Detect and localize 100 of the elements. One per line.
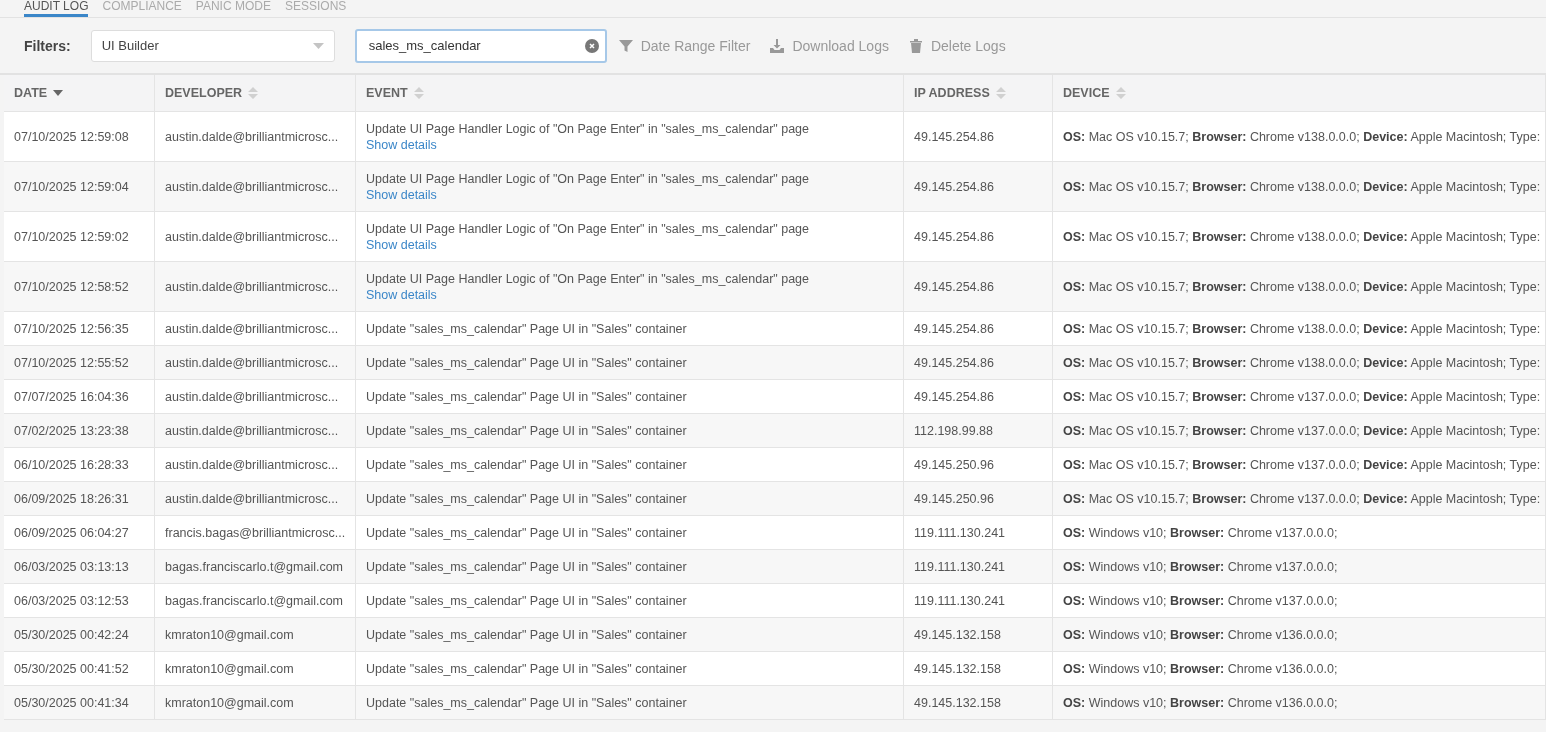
ip-address: 49.145.254.86 (914, 129, 994, 144)
date-text: 06/03/2025 03:12:53 (14, 593, 129, 608)
device-info: OS: Windows v10; Browser: Chrome v136.0.0.0; (1063, 695, 1338, 710)
event-text: Update UI Page Handler Logic of "On Page Enter" in "sales_ms_calendar" page (366, 271, 810, 286)
device-info: OS: Windows v10; Browser: Chrome v136.0.0.0; (1063, 661, 1338, 676)
ip-address: 112.198.99.88 (914, 423, 993, 438)
date-text: 07/10/2025 12:59:08 (14, 129, 129, 144)
show-details-link[interactable]: Show details (366, 187, 437, 202)
event-text: Update "sales_ms_calendar" Page UI in "Sales" container (366, 355, 688, 370)
tab[interactable]: SESSIONS (284, 0, 347, 17)
ip-address: 49.145.250.96 (914, 457, 994, 472)
date-text: 05/30/2025 00:42:24 (14, 627, 129, 642)
developer-email: austin.dalde@brilliantmicrosc... (165, 355, 339, 370)
device-info: OS: Mac OS v10.15.7; Browser: Chrome v137.0.0.0; Device: Apple Macintosh; Type: (1063, 491, 1541, 506)
date-text: 07/10/2025 12:59:04 (14, 179, 129, 194)
event-text: Update "sales_ms_calendar" Page UI in "Sales" container (366, 661, 688, 676)
event-text: Update UI Page Handler Logic of "On Page Enter" in "sales_ms_calendar" page (366, 121, 810, 136)
show-details-link[interactable]: Show details (366, 137, 437, 152)
ip-address: 49.145.254.86 (914, 279, 994, 294)
funnel-icon (618, 38, 633, 53)
ip-address: 49.145.132.158 (914, 661, 1001, 676)
developer-email: austin.dalde@brilliantmicrosc... (165, 321, 339, 336)
ip-address: 49.145.132.158 (914, 627, 1001, 642)
ip-address: 49.145.254.86 (914, 355, 994, 370)
date-text: 07/07/2025 16:04:36 (14, 389, 129, 404)
developer-email: austin.dalde@brilliantmicrosc... (165, 389, 339, 404)
tab[interactable]: PANIC MODE (195, 0, 271, 17)
event-text: Update "sales_ms_calendar" Page UI in "Sales" container (366, 457, 688, 472)
event-text: Update "sales_ms_calendar" Page UI in "Sales" container (366, 627, 688, 642)
action-button[interactable]: Download Logs (770, 37, 889, 54)
date-text: 07/10/2025 12:56:35 (14, 321, 129, 336)
event-text: Update "sales_ms_calendar" Page UI in "Sales" container (366, 321, 688, 336)
module-select[interactable]: UI Builder (90, 29, 335, 62)
column-header[interactable]: DEVICE (1063, 86, 1126, 100)
date-text: 07/10/2025 12:58:52 (14, 279, 129, 294)
date-text: 07/10/2025 12:55:52 (14, 355, 129, 370)
device-info: OS: Mac OS v10.15.7; Browser: Chrome v138.0.0.0; Device: Apple Macintosh; Type: (1063, 129, 1541, 144)
device-info: OS: Mac OS v10.15.7; Browser: Chrome v138.0.0.0; Device: Apple Macintosh; Type: (1063, 321, 1541, 336)
developer-email: kmraton10@gmail.com (165, 695, 294, 710)
ip-address: 119.111.130.241 (914, 593, 1006, 608)
column-header[interactable]: DEVELOPER (165, 86, 259, 100)
event-text: Update "sales_ms_calendar" Page UI in "Sales" container (366, 593, 688, 608)
developer-email: austin.dalde@brilliantmicrosc... (165, 229, 339, 244)
trash-icon (908, 38, 923, 53)
developer-email: francis.bagas@brilliantmicrosc... (165, 525, 346, 540)
event-text: Update "sales_ms_calendar" Page UI in "Sales" container (366, 389, 688, 404)
action-button[interactable]: Delete Logs (908, 37, 1006, 54)
search-field[interactable]: sales_ms_calendar (354, 28, 607, 63)
event-text: Update "sales_ms_calendar" Page UI in "Sales" container (366, 491, 688, 506)
tab[interactable]: COMPLIANCE (102, 0, 182, 17)
developer-email: austin.dalde@brilliantmicrosc... (165, 491, 339, 506)
show-details-link[interactable]: Show details (366, 287, 437, 302)
ip-address: 49.145.254.86 (914, 321, 994, 336)
developer-email: austin.dalde@brilliantmicrosc... (165, 423, 339, 438)
device-info: OS: Mac OS v10.15.7; Browser: Chrome v137.0.0.0; Device: Apple Macintosh; Type: (1063, 457, 1541, 472)
ip-address: 49.145.132.158 (914, 695, 1001, 710)
event-text: Update UI Page Handler Logic of "On Page Enter" in "sales_ms_calendar" page (366, 171, 810, 186)
date-text: 06/03/2025 03:13:13 (14, 559, 129, 574)
event-text: Update "sales_ms_calendar" Page UI in "Sales" container (366, 695, 688, 710)
device-info: OS: Mac OS v10.15.7; Browser: Chrome v138.0.0.0; Device: Apple Macintosh; Type: (1063, 179, 1541, 194)
action-button[interactable]: Date Range Filter (618, 37, 751, 54)
caret-icon (312, 42, 324, 49)
download-icon (770, 38, 785, 53)
developer-email: austin.dalde@brilliantmicrosc... (165, 179, 339, 194)
date-text: 06/10/2025 16:28:33 (14, 457, 129, 472)
developer-email: kmraton10@gmail.com (165, 627, 294, 642)
ip-address: 49.145.254.86 (914, 389, 994, 404)
event-text: Update "sales_ms_calendar" Page UI in "Sales" container (366, 525, 688, 540)
clear-icon[interactable] (584, 38, 599, 53)
column-header[interactable]: DATE (14, 86, 64, 100)
column-header[interactable]: IP ADDRESS (914, 86, 1006, 100)
column-header[interactable]: EVENT (366, 86, 424, 100)
date-text: 07/10/2025 12:59:02 (14, 229, 129, 244)
date-text: 06/09/2025 18:26:31 (14, 491, 129, 506)
filters-label: Filters: (24, 37, 71, 54)
date-text: 06/09/2025 06:04:27 (14, 525, 129, 540)
date-text: 05/30/2025 00:41:52 (14, 661, 129, 676)
ip-address: 49.145.250.96 (914, 491, 994, 506)
developer-email: austin.dalde@brilliantmicrosc... (165, 129, 339, 144)
developer-email: austin.dalde@brilliantmicrosc... (165, 457, 339, 472)
device-info: OS: Windows v10; Browser: Chrome v137.0.0.0; (1063, 559, 1338, 574)
developer-email: austin.dalde@brilliantmicrosc... (165, 279, 339, 294)
developer-email: bagas.franciscarlo.t@gmail.com (165, 559, 344, 574)
show-details-link[interactable]: Show details (366, 237, 437, 252)
device-info: OS: Windows v10; Browser: Chrome v136.0.0.0; (1063, 627, 1338, 642)
device-info: OS: Mac OS v10.15.7; Browser: Chrome v138.0.0.0; Device: Apple Macintosh; Type: (1063, 229, 1541, 244)
event-text: Update "sales_ms_calendar" Page UI in "Sales" container (366, 559, 688, 574)
date-text: 05/30/2025 00:41:34 (14, 695, 129, 710)
ip-address: 119.111.130.241 (914, 559, 1006, 574)
developer-email: kmraton10@gmail.com (165, 661, 294, 676)
ip-address: 49.145.254.86 (914, 229, 994, 244)
device-info: OS: Mac OS v10.15.7; Browser: Chrome v138.0.0.0; Device: Apple Macintosh; Type: (1063, 279, 1541, 294)
ip-address: 119.111.130.241 (914, 525, 1006, 540)
device-info: OS: Windows v10; Browser: Chrome v137.0.0.0; (1063, 525, 1338, 540)
developer-email: bagas.franciscarlo.t@gmail.com (165, 593, 344, 608)
device-info: OS: Mac OS v10.15.7; Browser: Chrome v137.0.0.0; Device: Apple Macintosh; Type: (1063, 423, 1541, 438)
date-text: 07/02/2025 13:23:38 (14, 423, 129, 438)
device-info: OS: Mac OS v10.15.7; Browser: Chrome v138.0.0.0; Device: Apple Macintosh; Type: (1063, 355, 1541, 370)
event-text: Update UI Page Handler Logic of "On Page Enter" in "sales_ms_calendar" page (366, 221, 810, 236)
ip-address: 49.145.254.86 (914, 179, 994, 194)
